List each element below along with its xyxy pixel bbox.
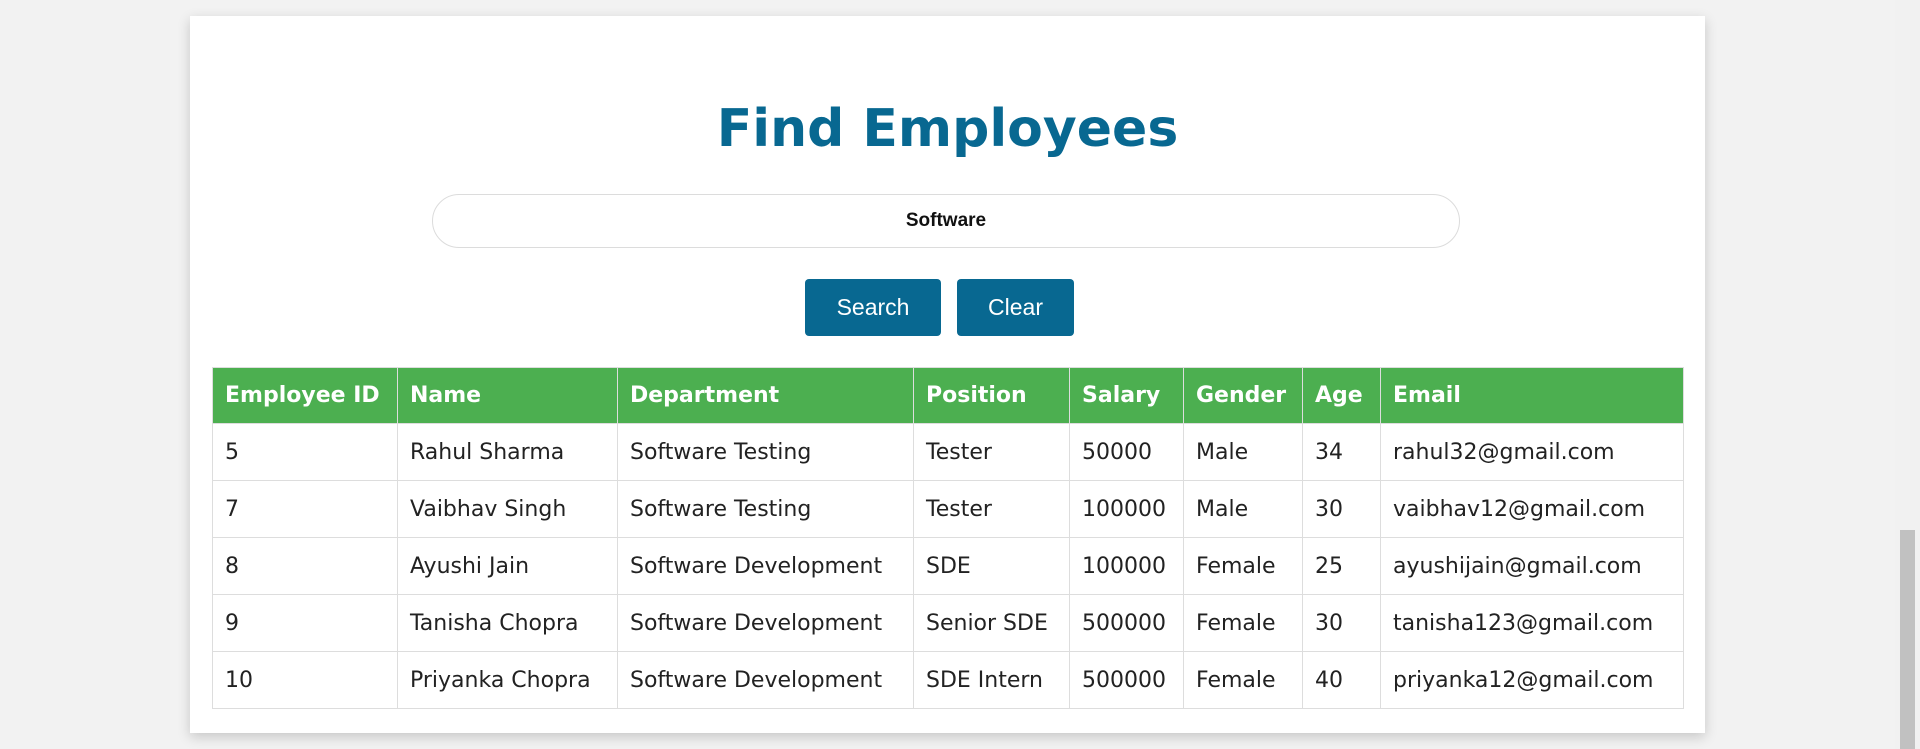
cell-employee-id: 10 (212, 651, 398, 709)
cell-department: Software Development (617, 594, 914, 652)
scrollbar-thumb[interactable] (1900, 530, 1915, 749)
cell-department: Software Development (617, 651, 914, 709)
cell-position: SDE Intern (913, 651, 1070, 709)
cell-name: Priyanka Chopra (397, 651, 618, 709)
cell-email: vaibhav12@gmail.com (1380, 480, 1684, 538)
cell-age: 40 (1302, 651, 1381, 709)
cell-age: 34 (1302, 423, 1381, 481)
cell-department: Software Testing (617, 423, 914, 481)
cell-gender: Female (1183, 651, 1303, 709)
employee-search-card: Find Employees Search Clear Employee ID … (190, 16, 1705, 733)
header-position: Position (913, 367, 1070, 424)
cell-position: Tester (913, 480, 1070, 538)
cell-gender: Female (1183, 594, 1303, 652)
search-button[interactable]: Search (805, 279, 941, 336)
header-department: Department (617, 367, 914, 424)
cell-position: Senior SDE (913, 594, 1070, 652)
cell-age: 25 (1302, 537, 1381, 595)
cell-salary: 500000 (1069, 594, 1184, 652)
vertical-scrollbar[interactable] (1895, 0, 1920, 749)
table-header-row: Employee ID Name Department Position Sal… (212, 367, 1684, 424)
header-employee-id: Employee ID (212, 367, 398, 424)
clear-button[interactable]: Clear (957, 279, 1074, 336)
cell-gender: Male (1183, 480, 1303, 538)
header-age: Age (1302, 367, 1381, 424)
cell-age: 30 (1302, 480, 1381, 538)
search-input[interactable] (432, 194, 1460, 248)
cell-email: rahul32@gmail.com (1380, 423, 1684, 481)
cell-name: Ayushi Jain (397, 537, 618, 595)
cell-email: tanisha123@gmail.com (1380, 594, 1684, 652)
cell-department: Software Testing (617, 480, 914, 538)
cell-employee-id: 9 (212, 594, 398, 652)
table-row: 10 Priyanka Chopra Software Development … (212, 651, 1684, 709)
cell-name: Tanisha Chopra (397, 594, 618, 652)
header-salary: Salary (1069, 367, 1184, 424)
cell-salary: 50000 (1069, 423, 1184, 481)
cell-name: Vaibhav Singh (397, 480, 618, 538)
cell-email: ayushijain@gmail.com (1380, 537, 1684, 595)
header-email: Email (1380, 367, 1684, 424)
table-row: 7 Vaibhav Singh Software Testing Tester … (212, 480, 1684, 538)
table-row: 9 Tanisha Chopra Software Development Se… (212, 594, 1684, 652)
header-name: Name (397, 367, 618, 424)
cell-employee-id: 5 (212, 423, 398, 481)
cell-employee-id: 7 (212, 480, 398, 538)
table-row: 8 Ayushi Jain Software Development SDE 1… (212, 537, 1684, 595)
header-gender: Gender (1183, 367, 1303, 424)
cell-email: priyanka12@gmail.com (1380, 651, 1684, 709)
cell-gender: Female (1183, 537, 1303, 595)
cell-salary: 100000 (1069, 537, 1184, 595)
page-title: Find Employees (716, 99, 1179, 159)
cell-age: 30 (1302, 594, 1381, 652)
cell-employee-id: 8 (212, 537, 398, 595)
cell-position: Tester (913, 423, 1070, 481)
cell-gender: Male (1183, 423, 1303, 481)
cell-salary: 500000 (1069, 651, 1184, 709)
cell-position: SDE (913, 537, 1070, 595)
cell-salary: 100000 (1069, 480, 1184, 538)
cell-name: Rahul Sharma (397, 423, 618, 481)
table-row: 5 Rahul Sharma Software Testing Tester 5… (212, 423, 1684, 481)
employee-table: Employee ID Name Department Position Sal… (212, 367, 1684, 709)
cell-department: Software Development (617, 537, 914, 595)
